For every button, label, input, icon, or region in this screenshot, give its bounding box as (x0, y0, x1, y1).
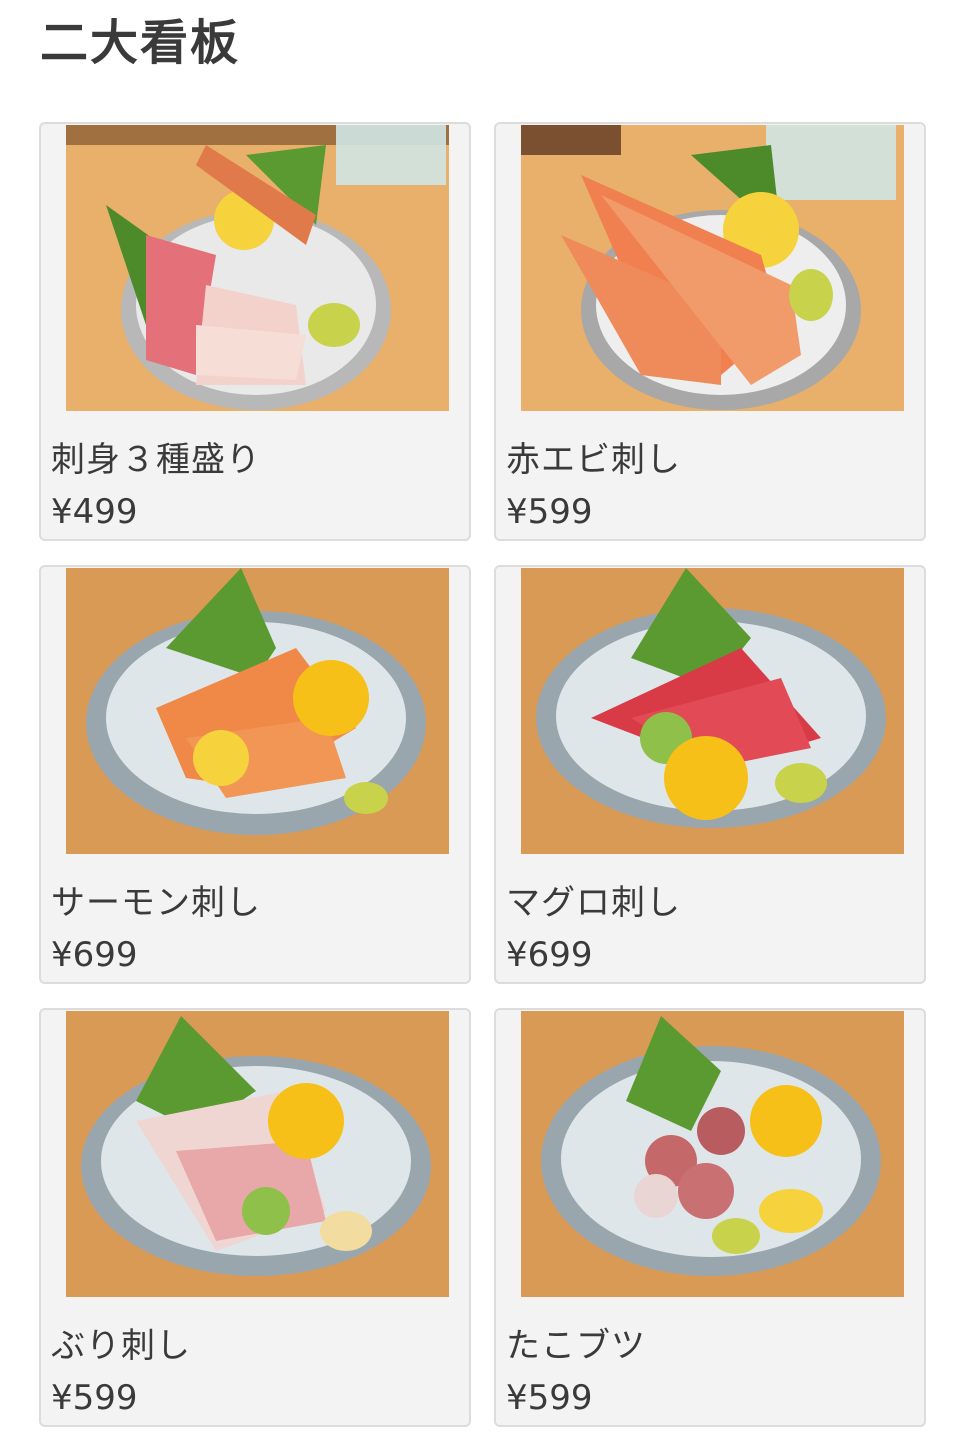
menu-card-octopus[interactable]: たこブツ ¥599 (494, 1008, 926, 1427)
octopus-chunks-photo (521, 1011, 904, 1297)
menu-card-salmon[interactable]: サーモン刺し ¥699 (39, 565, 471, 984)
page-title: 二大看板 (40, 15, 241, 71)
menu-item-price: ¥699 (51, 935, 138, 975)
menu-item-price: ¥599 (506, 1378, 593, 1418)
yellowtail-sashimi-photo (66, 1011, 449, 1297)
menu-card-sashimi-platter[interactable]: 刺身３種盛り ¥499 (39, 122, 471, 541)
menu-item-price: ¥599 (506, 492, 593, 532)
menu-item-name: ぶり刺し (51, 1326, 191, 1366)
salmon-sashimi-photo (66, 568, 449, 854)
menu-card-yellowtail[interactable]: ぶり刺し ¥599 (39, 1008, 471, 1427)
menu-item-name: サーモン刺し (51, 883, 261, 923)
menu-item-name: 赤エビ刺し (506, 440, 681, 480)
menu-card-red-shrimp[interactable]: 赤エビ刺し ¥599 (494, 122, 926, 541)
tuna-sashimi-photo (521, 568, 904, 854)
sashimi-platter-photo (66, 125, 449, 411)
menu-item-name: マグロ刺し (506, 883, 681, 923)
menu-item-name: 刺身３種盛り (51, 440, 261, 480)
menu-item-price: ¥499 (51, 492, 138, 532)
red-shrimp-sashimi-photo (521, 125, 904, 411)
menu-item-price: ¥699 (506, 935, 593, 975)
menu-item-name: たこブツ (506, 1326, 646, 1366)
menu-card-tuna[interactable]: マグロ刺し ¥699 (494, 565, 926, 984)
menu-item-price: ¥599 (51, 1378, 138, 1418)
